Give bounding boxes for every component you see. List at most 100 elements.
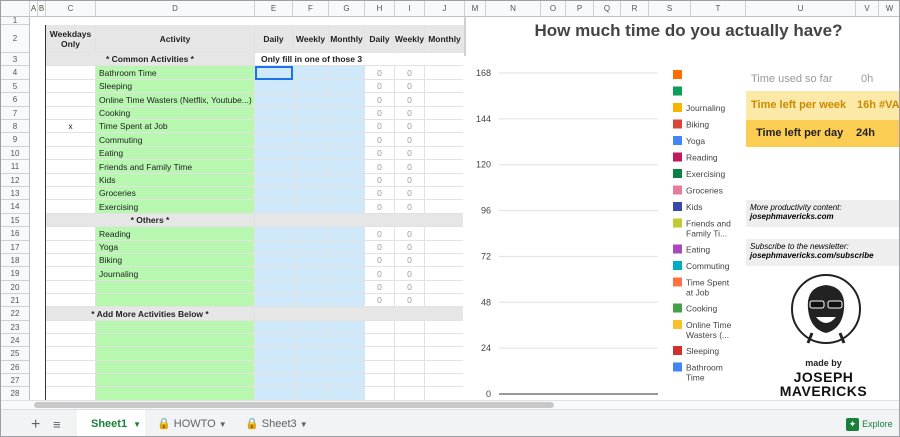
column-header[interactable]: P bbox=[566, 1, 594, 17]
daily-input[interactable] bbox=[255, 227, 293, 241]
column-header[interactable]: Q bbox=[594, 1, 621, 17]
daily-input[interactable] bbox=[255, 200, 293, 214]
daily-input[interactable] bbox=[255, 80, 293, 93]
column-header[interactable]: G bbox=[329, 1, 365, 17]
daily-input[interactable] bbox=[255, 254, 293, 267]
weekday-cell[interactable] bbox=[46, 147, 96, 160]
daily-input[interactable] bbox=[255, 374, 293, 387]
monthly-input[interactable] bbox=[329, 294, 365, 307]
row-header[interactable]: 22 bbox=[1, 307, 30, 321]
tab-sheet3[interactable]: 🔒 Sheet3 ▼ bbox=[245, 410, 308, 436]
chart[interactable]: 168 144 120 96 72 48 24 0 Journaling Biking Yoga Re… bbox=[463, 56, 746, 401]
activity-cell[interactable]: Time Spent at Job bbox=[96, 120, 255, 133]
weekly-input[interactable] bbox=[293, 267, 329, 281]
weekday-cell[interactable] bbox=[46, 294, 96, 307]
weekday-cell[interactable] bbox=[46, 187, 96, 200]
weekday-cell[interactable] bbox=[46, 174, 96, 187]
column-header[interactable]: M bbox=[465, 1, 486, 17]
column-header[interactable]: V bbox=[856, 1, 879, 17]
productivity-link[interactable]: josephmavericks.com bbox=[750, 212, 897, 221]
weekly-input[interactable] bbox=[293, 93, 329, 107]
weekly-input[interactable] bbox=[293, 227, 329, 241]
column-header[interactable]: I bbox=[395, 1, 425, 17]
weekly-input[interactable] bbox=[293, 147, 329, 160]
activity-cell[interactable]: Online Time Wasters (Netflix, Youtube...… bbox=[96, 93, 255, 107]
row-header[interactable]: 12 bbox=[1, 174, 30, 187]
activity-cell[interactable]: Biking bbox=[96, 254, 255, 267]
monthly-input[interactable] bbox=[329, 254, 365, 267]
monthly-input[interactable] bbox=[329, 93, 365, 107]
weekly-input[interactable] bbox=[293, 174, 329, 187]
weekly-input[interactable] bbox=[293, 160, 329, 174]
activity-cell[interactable] bbox=[96, 361, 255, 374]
row-header[interactable]: 14 bbox=[1, 200, 30, 214]
column-header[interactable]: N bbox=[486, 1, 541, 17]
weekly-input[interactable] bbox=[293, 66, 329, 80]
monthly-input[interactable] bbox=[329, 80, 365, 93]
daily-input[interactable] bbox=[255, 147, 293, 160]
weekly-input[interactable] bbox=[293, 361, 329, 374]
monthly-input[interactable] bbox=[329, 334, 365, 347]
activity-cell[interactable]: Friends and Family Time bbox=[96, 160, 255, 174]
row-header[interactable]: 28 bbox=[1, 387, 30, 401]
row-header[interactable]: 15 bbox=[1, 214, 30, 227]
scroll-thumb[interactable] bbox=[34, 402, 554, 408]
row-header[interactable]: 16 bbox=[1, 227, 30, 241]
activity-cell[interactable] bbox=[96, 347, 255, 361]
monthly-input[interactable] bbox=[329, 66, 365, 80]
column-header[interactable]: B bbox=[38, 1, 46, 17]
activity-cell[interactable]: Journaling bbox=[96, 267, 255, 281]
weekday-cell[interactable] bbox=[46, 107, 96, 120]
monthly-input[interactable] bbox=[329, 267, 365, 281]
row-header[interactable]: 26 bbox=[1, 361, 30, 374]
row-header[interactable]: 9 bbox=[1, 133, 30, 147]
monthly-input[interactable] bbox=[329, 160, 365, 174]
daily-input[interactable] bbox=[255, 241, 293, 254]
weekday-cell[interactable] bbox=[46, 374, 96, 387]
activity-cell[interactable]: Sleeping bbox=[96, 80, 255, 93]
activity-cell[interactable] bbox=[96, 374, 255, 387]
row-header[interactable]: 13 bbox=[1, 187, 30, 200]
weekly-input[interactable] bbox=[293, 334, 329, 347]
column-header[interactable]: D bbox=[96, 1, 255, 17]
row-header[interactable]: 2 bbox=[1, 25, 30, 53]
weekly-input[interactable] bbox=[293, 347, 329, 361]
column-header[interactable]: O bbox=[541, 1, 566, 17]
daily-input[interactable] bbox=[255, 133, 293, 147]
monthly-input[interactable] bbox=[329, 174, 365, 187]
row-header[interactable]: 17 bbox=[1, 241, 30, 254]
monthly-input[interactable] bbox=[329, 200, 365, 214]
activity-cell[interactable]: Yoga bbox=[96, 241, 255, 254]
weekday-cell[interactable] bbox=[46, 80, 96, 93]
weekday-cell[interactable] bbox=[46, 93, 96, 107]
select-all-corner[interactable] bbox=[1, 1, 30, 17]
column-header[interactable]: T bbox=[691, 1, 746, 17]
column-header[interactable]: U bbox=[746, 1, 856, 17]
monthly-input[interactable] bbox=[329, 107, 365, 120]
monthly-input[interactable] bbox=[329, 321, 365, 334]
monthly-input[interactable] bbox=[329, 387, 365, 401]
weekday-cell[interactable] bbox=[46, 387, 96, 401]
daily-input[interactable] bbox=[255, 281, 293, 294]
weekly-input[interactable] bbox=[293, 294, 329, 307]
monthly-input[interactable] bbox=[329, 187, 365, 200]
weekly-input[interactable] bbox=[293, 120, 329, 133]
monthly-input[interactable] bbox=[329, 347, 365, 361]
weekly-input[interactable] bbox=[293, 200, 329, 214]
weekly-input[interactable] bbox=[293, 107, 329, 120]
weekday-cell[interactable] bbox=[46, 334, 96, 347]
activity-cell[interactable] bbox=[96, 387, 255, 401]
weekly-input[interactable] bbox=[293, 133, 329, 147]
add-sheet-button[interactable]: + bbox=[31, 410, 40, 436]
weekday-cell[interactable] bbox=[46, 66, 96, 80]
weekly-input[interactable] bbox=[293, 187, 329, 200]
tab-howto[interactable]: 🔒 HOWTO ▼ bbox=[157, 410, 227, 436]
row-header[interactable]: 1 bbox=[1, 17, 30, 25]
daily-input[interactable] bbox=[255, 160, 293, 174]
column-header[interactable]: H bbox=[365, 1, 395, 17]
column-header[interactable]: R bbox=[621, 1, 649, 17]
weekday-cell[interactable] bbox=[46, 254, 96, 267]
monthly-input[interactable] bbox=[329, 281, 365, 294]
activity-cell[interactable]: Commuting bbox=[96, 133, 255, 147]
weekday-cell[interactable] bbox=[46, 133, 96, 147]
